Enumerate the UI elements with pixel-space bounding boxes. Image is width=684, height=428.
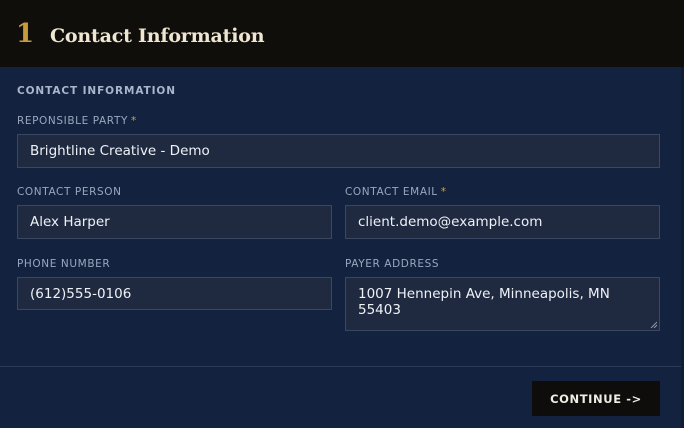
payer-address-label: PAYER ADDRESS xyxy=(345,258,440,270)
footer-divider xyxy=(0,366,681,367)
step-header: 1 Contact Information xyxy=(0,0,684,67)
contact-person-label: CONTACT PERSON xyxy=(17,186,122,198)
contact-email-label: CONTACT EMAIL * xyxy=(345,186,447,198)
page-title: Contact Information xyxy=(50,25,265,47)
step-number: 1 xyxy=(16,19,35,49)
responsible-party-value: Brightline Creative - Demo xyxy=(30,143,210,159)
responsible-party-label-text: REPONSIBLE PARTY xyxy=(17,115,128,127)
contact-person-value: Alex Harper xyxy=(30,214,110,230)
contact-email-input[interactable]: client.demo@example.com xyxy=(345,205,660,239)
required-marker: * xyxy=(440,186,447,198)
responsible-party-label: REPONSIBLE PARTY * xyxy=(17,115,137,127)
payer-address-value: 1007 Hennepin Ave, Minneapolis, MN 55403 xyxy=(358,286,610,318)
resize-handle-icon[interactable] xyxy=(650,321,657,328)
contact-person-input[interactable]: Alex Harper xyxy=(17,205,332,239)
responsible-party-input[interactable]: Brightline Creative - Demo xyxy=(17,134,660,168)
continue-button[interactable]: CONTINUE -> xyxy=(532,381,660,416)
required-marker: * xyxy=(130,115,137,127)
phone-number-value: (612)555-0106 xyxy=(30,285,132,302)
phone-number-label: PHONE NUMBER xyxy=(17,258,111,270)
payer-address-textarea[interactable]: 1007 Hennepin Ave, Minneapolis, MN 55403 xyxy=(345,277,660,331)
contact-email-label-text: CONTACT EMAIL xyxy=(345,186,438,198)
section-title: CONTACT INFORMATION xyxy=(17,85,176,97)
phone-number-input[interactable]: (612)555-0106 xyxy=(17,277,332,310)
contact-email-value: client.demo@example.com xyxy=(358,214,543,230)
